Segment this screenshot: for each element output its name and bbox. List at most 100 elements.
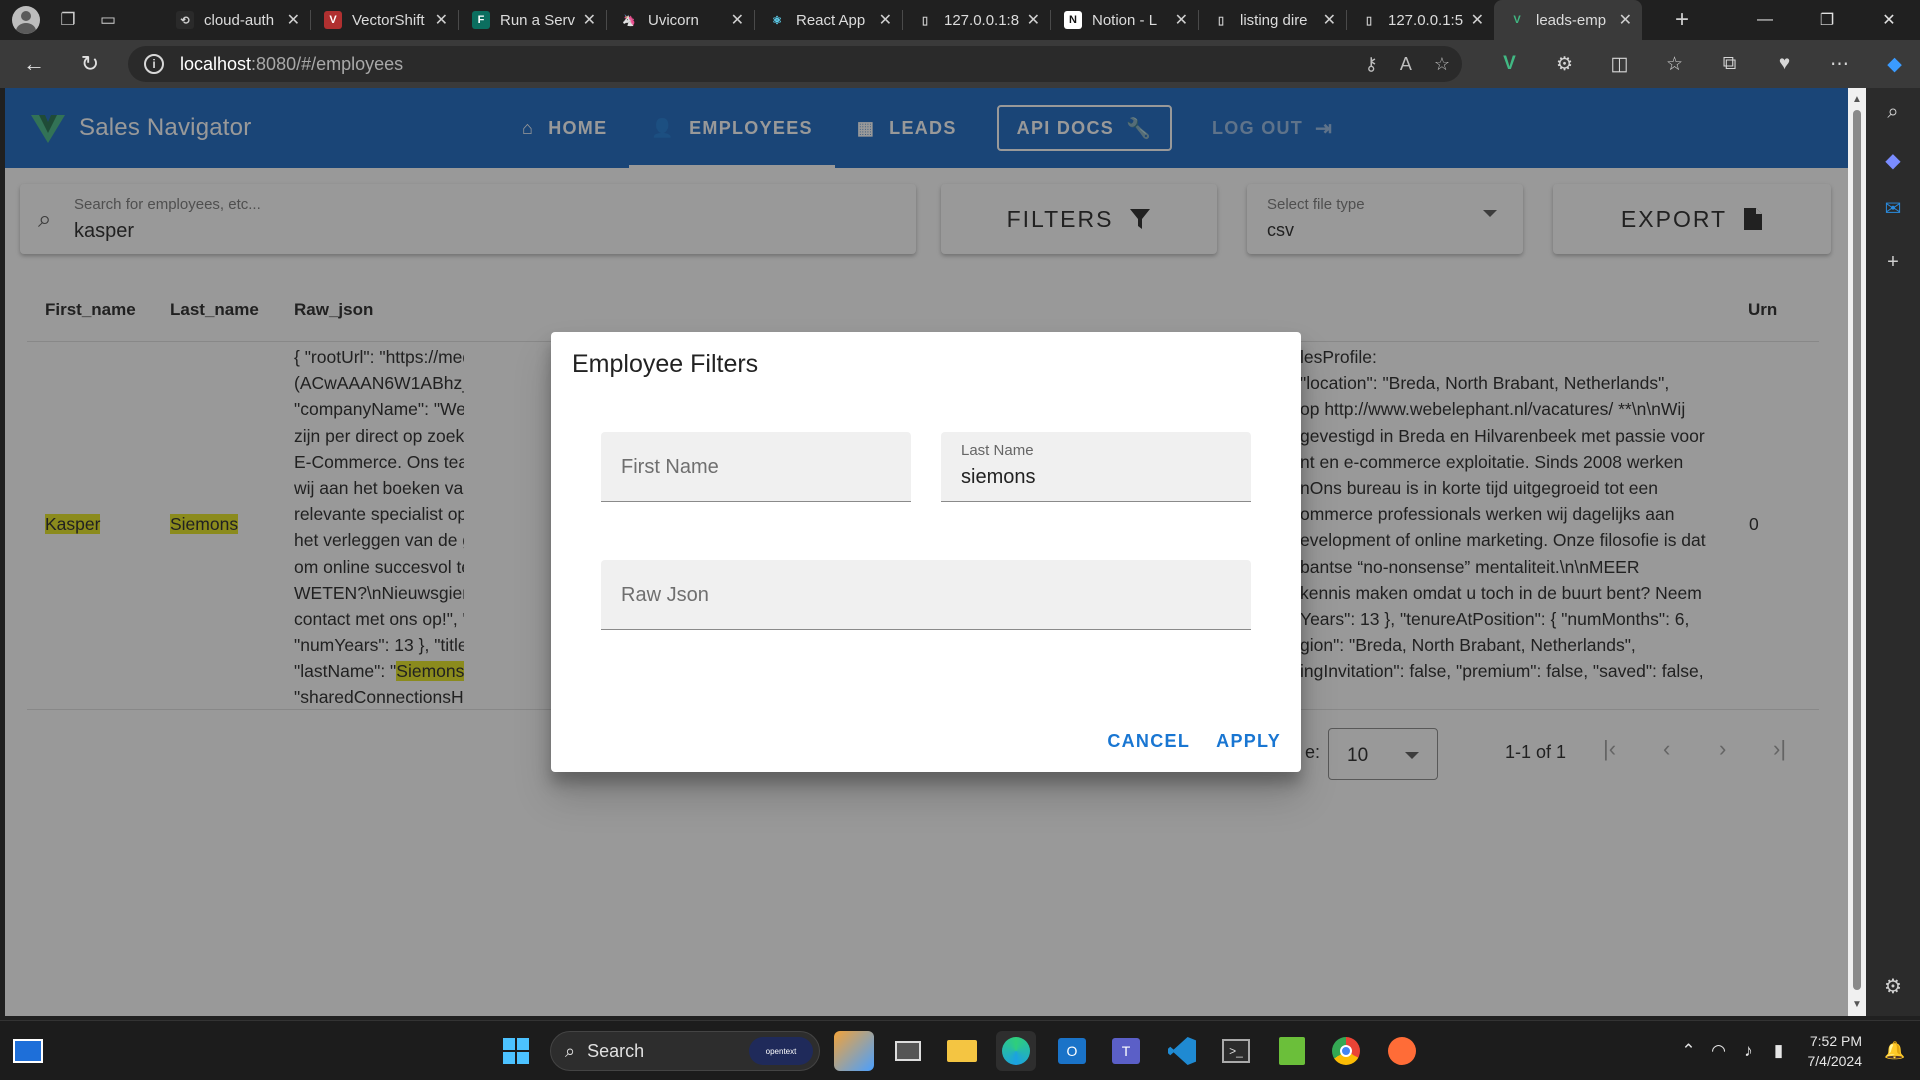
- browser-tab[interactable]: F Run a Server ✕: [458, 0, 606, 40]
- tab-favicon-icon: ▯: [1212, 11, 1230, 29]
- first-name-field[interactable]: First Name: [601, 432, 911, 502]
- tab-favicon-icon: 🦄: [620, 11, 638, 29]
- browser-essentials-icon[interactable]: ♥: [1757, 44, 1812, 84]
- close-tab-icon[interactable]: ✕: [1619, 10, 1632, 30]
- close-window-icon[interactable]: ✕: [1858, 0, 1920, 40]
- tab-separator: [606, 10, 607, 30]
- notifications-icon[interactable]: 🔔: [1880, 1041, 1910, 1061]
- tab-favicon-icon: V: [1508, 11, 1526, 29]
- raw-json-placeholder: Raw Json: [621, 584, 709, 606]
- browser-sidebar: ⌕ ◆ ✉ + ⚙: [1866, 88, 1920, 1016]
- copilot-icon[interactable]: ◆: [1867, 44, 1920, 84]
- minimize-icon[interactable]: —: [1734, 0, 1796, 40]
- browser-tab[interactable]: Vleads-emp ✕: [1494, 0, 1642, 40]
- browser-tab[interactable]: ▯ 127.0.0.1:8 ✕: [902, 0, 1050, 40]
- restore-icon[interactable]: ❐: [1796, 0, 1858, 40]
- split-screen-icon[interactable]: ◫: [1592, 44, 1647, 84]
- close-tab-icon[interactable]: ✕: [1323, 10, 1336, 30]
- page-viewport: Sales Navigator ⌂ HOME 👤 EMPLOYEES ▦ LEADS API…: [5, 88, 1848, 1016]
- last-name-label: Last Name: [961, 442, 1034, 459]
- clock[interactable]: 7:52 PM 7/4/2024: [1808, 1031, 1863, 1071]
- site-info-icon[interactable]: i: [144, 54, 164, 74]
- sidebar-search-icon[interactable]: ⌕: [1866, 88, 1920, 136]
- key-icon[interactable]: ⚷: [1365, 54, 1378, 75]
- refresh-icon[interactable]: ↻: [66, 44, 114, 84]
- task-view-icon[interactable]: [888, 1031, 928, 1071]
- page-scrollbar[interactable]: ▲ ▼: [1848, 88, 1866, 1016]
- copilot-app-icon[interactable]: [834, 1031, 874, 1071]
- browser-tab[interactable]: ▯ listing dire ✕: [1198, 0, 1346, 40]
- extensions-icon[interactable]: ⚙: [1537, 44, 1592, 84]
- scroll-thumb[interactable]: [1853, 110, 1861, 990]
- outlook-app-icon[interactable]: O: [1052, 1031, 1092, 1071]
- browser-tab[interactable]: ▯ 127.0.0.1:5 ✕: [1346, 0, 1494, 40]
- address-bar: ← ↻ i localhost:8080/#/employees ⚷ A ☆ V…: [0, 40, 1920, 88]
- vscode-app-icon[interactable]: [1162, 1031, 1202, 1071]
- show-hidden-icons[interactable]: ⌃: [1674, 1041, 1704, 1061]
- profile-avatar-icon[interactable]: [12, 6, 40, 34]
- tab-actions-icon[interactable]: ▭: [88, 0, 128, 40]
- notepad-app-icon[interactable]: [1272, 1031, 1312, 1071]
- sidebar-copilot-icon[interactable]: ◆: [1866, 136, 1920, 184]
- tab-favicon-icon: F: [472, 11, 490, 29]
- favorites-icon[interactable]: ☆: [1647, 44, 1702, 84]
- collections-icon[interactable]: ⧉: [1702, 44, 1757, 84]
- wifi-icon[interactable]: ◠: [1704, 1041, 1734, 1061]
- sidebar-add-icon[interactable]: +: [1866, 238, 1920, 286]
- tab-separator: [458, 10, 459, 30]
- cancel-button[interactable]: CANCEL: [1107, 731, 1190, 752]
- raw-json-field[interactable]: Raw Json: [601, 560, 1251, 630]
- postman-app-icon[interactable]: [1382, 1031, 1422, 1071]
- browser-tab-strip: ❐ ▭ ⟲ cloud-auth ✕ V VectorShift ✕ F Run a Serv…: [0, 0, 1920, 40]
- browser-tab[interactable]: ⚛ React App ✕: [754, 0, 902, 40]
- battery-icon[interactable]: ▮: [1764, 1041, 1794, 1061]
- close-tab-icon[interactable]: ✕: [731, 10, 744, 30]
- tab-title: VectorShift: [352, 11, 425, 29]
- tab-title: 127.0.0.1:5: [1388, 11, 1463, 29]
- read-aloud-icon[interactable]: A: [1400, 54, 1412, 75]
- close-tab-icon[interactable]: ✕: [583, 10, 596, 30]
- apply-button[interactable]: APPLY: [1216, 731, 1281, 752]
- last-name-value[interactable]: siemons: [961, 466, 1035, 489]
- workspaces-icon[interactable]: ❐: [48, 0, 88, 40]
- tab-list: ⟲cloud-auth✕VVectorShift✕FRun a Server✕🦄…: [162, 0, 1642, 40]
- browser-tab[interactable]: V VectorShift ✕: [310, 0, 458, 40]
- browser-tab[interactable]: ⟲ cloud-auth ✕: [162, 0, 310, 40]
- close-tab-icon[interactable]: ✕: [435, 10, 448, 30]
- close-tab-icon[interactable]: ✕: [287, 10, 300, 30]
- close-tab-icon[interactable]: ✕: [1471, 10, 1484, 30]
- teams-app-icon[interactable]: T: [1106, 1031, 1146, 1071]
- terminal-app-icon[interactable]: >_: [1216, 1031, 1256, 1071]
- back-icon[interactable]: ←: [10, 44, 58, 84]
- start-icon[interactable]: [496, 1031, 536, 1071]
- favorite-star-icon[interactable]: ☆: [1434, 54, 1450, 75]
- file-explorer-icon[interactable]: [942, 1031, 982, 1071]
- more-options-icon[interactable]: ⋯: [1812, 44, 1867, 84]
- dialog-actions: CANCEL APPLY: [1107, 731, 1281, 752]
- browser-tab[interactable]: N Notion - L ✕: [1050, 0, 1198, 40]
- close-tab-icon[interactable]: ✕: [1175, 10, 1188, 30]
- employee-filters-dialog: Employee Filters First Name Last Name si…: [551, 332, 1301, 772]
- volume-icon[interactable]: ♪: [1734, 1041, 1764, 1061]
- tab-title: React App: [796, 11, 866, 29]
- edge-app-icon[interactable]: [996, 1031, 1036, 1071]
- sidebar-settings-icon[interactable]: ⚙: [1866, 962, 1920, 1010]
- url-text[interactable]: localhost:8080/#/employees: [180, 54, 403, 75]
- widgets-icon[interactable]: [8, 1031, 48, 1071]
- taskbar-search[interactable]: ⌕ Search opentext: [550, 1031, 820, 1071]
- url-field[interactable]: i localhost:8080/#/employees ⚷ A ☆: [128, 46, 1462, 82]
- sidebar-outlook-icon[interactable]: ✉: [1866, 184, 1920, 232]
- system-tray: ⌃ ◠ ♪ ▮ 7:52 PM 7/4/2024 🔔: [1674, 1021, 1920, 1080]
- chrome-app-icon[interactable]: [1326, 1031, 1366, 1071]
- tab-separator: [902, 10, 903, 30]
- search-icon: ⌕: [565, 1040, 576, 1061]
- close-tab-icon[interactable]: ✕: [879, 10, 892, 30]
- scroll-down-icon[interactable]: ▼: [1852, 999, 1862, 1010]
- tab-separator: [754, 10, 755, 30]
- scroll-up-icon[interactable]: ▲: [1852, 94, 1862, 105]
- last-name-field[interactable]: Last Name siemons: [941, 432, 1251, 502]
- browser-tab[interactable]: 🦄 Uvicorn ✕: [606, 0, 754, 40]
- new-tab-button[interactable]: +: [1662, 0, 1702, 40]
- vue-devtools-icon[interactable]: V: [1482, 44, 1537, 84]
- close-tab-icon[interactable]: ✕: [1027, 10, 1040, 30]
